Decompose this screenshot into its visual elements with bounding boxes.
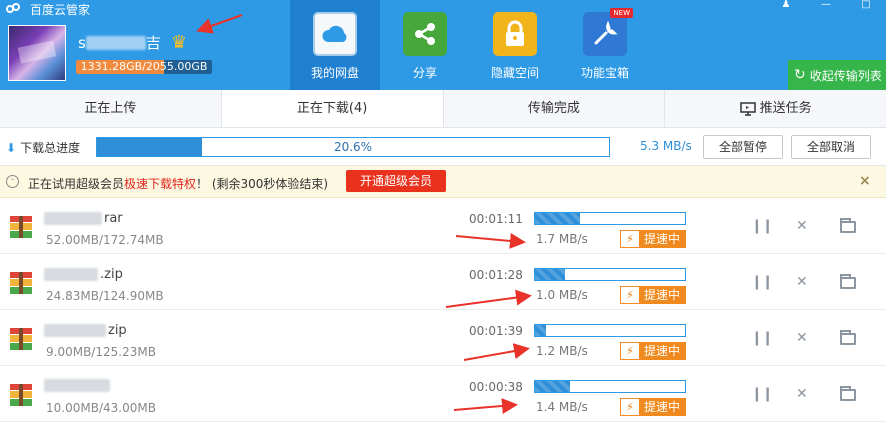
collapse-transfer-list-button[interactable]: ↻ 收起传输列表 bbox=[788, 60, 886, 90]
monitor-icon bbox=[739, 101, 756, 116]
folder-icon[interactable] bbox=[840, 386, 856, 401]
bolt-icon: ⚡ bbox=[621, 343, 639, 359]
total-progress-percent: 20.6% bbox=[333, 140, 373, 154]
file-size: 10.00MB/43.00MB bbox=[46, 401, 156, 415]
delete-icon[interactable]: ✕ bbox=[796, 386, 808, 402]
file-name: rar bbox=[44, 211, 123, 226]
file-size: 9.00MB/125.23MB bbox=[46, 345, 156, 359]
boost-badge: ⚡ 提速中 bbox=[620, 342, 686, 360]
cloud-icon bbox=[313, 12, 357, 56]
file-progress-bar bbox=[534, 380, 686, 393]
share-icon bbox=[403, 12, 447, 56]
folder-icon[interactable] bbox=[840, 218, 856, 233]
banner-text: 正在试用超级会员极速下载特权！ (剩余300秒体验结束) bbox=[28, 177, 329, 191]
refresh-icon: ↻ bbox=[794, 67, 806, 83]
pause-icon[interactable]: ❙❙ bbox=[751, 274, 773, 290]
boost-badge: ⚡ 提速中 bbox=[620, 286, 686, 304]
time-remaining: 00:01:39 bbox=[469, 324, 523, 338]
archive-icon bbox=[10, 384, 32, 406]
nav-toolbox[interactable]: NEW 功能宝箱 bbox=[560, 0, 650, 90]
minimize-icon[interactable]: — bbox=[806, 0, 846, 12]
lock-icon bbox=[493, 12, 537, 56]
download-arrow-icon: ⬇ bbox=[6, 140, 17, 155]
time-remaining: 00:00:38 bbox=[469, 380, 523, 394]
header: 百度云管家 ♟ — □ s 吉 ♛ 1331.28GB/2055.00GB 我的… bbox=[0, 0, 886, 90]
main-nav: 我的网盘 分享 隐藏空间 NEW 功能宝箱 bbox=[290, 0, 650, 90]
bolt-icon: ⚡ bbox=[621, 231, 639, 247]
file-name: .zip bbox=[44, 267, 123, 282]
toolbox-icon: NEW bbox=[583, 8, 633, 56]
open-super-vip-button[interactable]: 开通超级会员 bbox=[346, 170, 446, 192]
pause-icon[interactable]: ❙❙ bbox=[751, 218, 773, 234]
file-progress-fill bbox=[535, 213, 581, 224]
quota-text: 1331.28GB/2055.00GB bbox=[80, 60, 208, 73]
download-speed: 1.7 MB/s bbox=[536, 232, 588, 246]
quota-bar: 1331.28GB/2055.00GB bbox=[76, 60, 212, 74]
table-row[interactable]: 10.00MB/43.00MB 00:00:38 1.4 MB/s ⚡ 提速中 ❙… bbox=[0, 366, 886, 422]
download-list: rar 52.00MB/172.74MB 00:01:11 1.7 MB/s ⚡… bbox=[0, 198, 886, 435]
tab-downloading[interactable]: 正在下载(4) bbox=[221, 90, 444, 127]
nav-my-disk[interactable]: 我的网盘 bbox=[290, 0, 380, 90]
folder-icon[interactable] bbox=[840, 274, 856, 289]
pause-all-button[interactable]: 全部暂停 bbox=[703, 135, 783, 159]
archive-icon bbox=[10, 328, 32, 350]
file-progress-fill bbox=[535, 269, 565, 280]
table-row[interactable]: .zip 24.83MB/124.90MB 00:01:28 1.0 MB/s … bbox=[0, 254, 886, 310]
total-progress-label: 下载总进度 bbox=[20, 141, 81, 155]
bolt-icon: ⚡ bbox=[621, 399, 639, 415]
username[interactable]: s 吉 ♛ bbox=[78, 32, 187, 53]
boost-badge: ⚡ 提速中 bbox=[620, 398, 686, 416]
time-remaining: 00:01:11 bbox=[469, 212, 523, 226]
download-speed: 1.4 MB/s bbox=[536, 400, 588, 414]
table-row[interactable]: rar 52.00MB/172.74MB 00:01:11 1.7 MB/s ⚡… bbox=[0, 198, 886, 254]
file-progress-fill bbox=[535, 381, 570, 392]
avatar[interactable] bbox=[8, 25, 66, 81]
table-row[interactable]: zip 9.00MB/125.23MB 00:01:39 1.2 MB/s ⚡ 提… bbox=[0, 310, 886, 366]
total-progress-bar: 20.6% bbox=[96, 137, 610, 157]
tab-push-tasks[interactable]: 推送任务 bbox=[665, 90, 886, 127]
maximize-icon[interactable]: □ bbox=[846, 0, 886, 12]
smile-icon: ᵕ bbox=[6, 175, 19, 188]
folder-icon[interactable] bbox=[840, 330, 856, 345]
nav-hidden-space[interactable]: 隐藏空间 bbox=[470, 0, 560, 90]
window-controls: ♟ — □ bbox=[766, 0, 886, 12]
new-badge: NEW bbox=[610, 8, 633, 18]
vip-trial-banner: ᵕ 正在试用超级会员极速下载特权！ (剩余300秒体验结束) 开通超级会员 × bbox=[0, 166, 886, 198]
app-title: 百度云管家 bbox=[30, 2, 91, 17]
file-size: 24.83MB/124.90MB bbox=[46, 289, 164, 303]
file-name: zip bbox=[44, 323, 127, 338]
title-bar: 百度云管家 bbox=[0, 0, 90, 18]
skin-icon[interactable]: ♟ bbox=[766, 0, 806, 12]
file-name bbox=[44, 379, 112, 392]
download-speed: 1.0 MB/s bbox=[536, 288, 588, 302]
file-progress-bar bbox=[534, 324, 686, 337]
cancel-all-button[interactable]: 全部取消 bbox=[791, 135, 871, 159]
delete-icon[interactable]: ✕ bbox=[796, 274, 808, 290]
crown-icon: ♛ bbox=[170, 32, 187, 53]
archive-icon bbox=[10, 272, 32, 294]
tab-completed[interactable]: 传输完成 bbox=[444, 90, 666, 127]
total-progress: ⬇ 下载总进度 20.6% 5.3 MB/s 全部暂停 全部取消 bbox=[0, 128, 886, 166]
file-progress-fill bbox=[535, 325, 546, 336]
baidu-cloud-logo-icon bbox=[6, 3, 24, 15]
transfer-tabs: 正在上传 正在下载(4) 传输完成 推送任务 bbox=[0, 90, 886, 128]
file-size: 52.00MB/172.74MB bbox=[46, 233, 164, 247]
archive-icon bbox=[10, 216, 32, 238]
tab-uploading[interactable]: 正在上传 bbox=[0, 90, 222, 127]
nav-share[interactable]: 分享 bbox=[380, 0, 470, 90]
pause-icon[interactable]: ❙❙ bbox=[751, 330, 773, 346]
time-remaining: 00:01:28 bbox=[469, 268, 523, 282]
redacted-name bbox=[85, 35, 146, 50]
boost-badge: ⚡ 提速中 bbox=[620, 230, 686, 248]
delete-icon[interactable]: ✕ bbox=[796, 218, 808, 234]
file-progress-bar bbox=[534, 212, 686, 225]
file-progress-bar bbox=[534, 268, 686, 281]
download-speed: 1.2 MB/s bbox=[536, 344, 588, 358]
pause-icon[interactable]: ❙❙ bbox=[751, 386, 773, 402]
close-icon[interactable]: × bbox=[859, 173, 871, 189]
delete-icon[interactable]: ✕ bbox=[796, 330, 808, 346]
bolt-icon: ⚡ bbox=[621, 287, 639, 303]
total-speed: 5.3 MB/s bbox=[640, 139, 692, 153]
